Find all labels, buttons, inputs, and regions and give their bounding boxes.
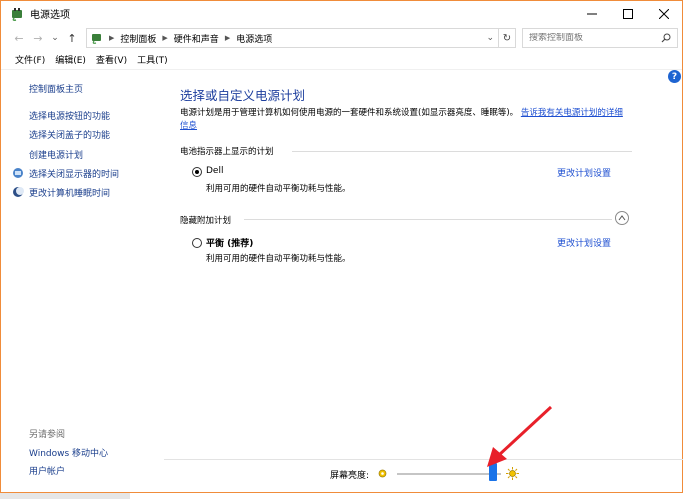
help-icon[interactable]: ?	[668, 70, 681, 83]
sidebar-link-lid[interactable]: 选择关闭盖子的功能	[29, 128, 110, 141]
moon-icon	[13, 187, 24, 197]
close-button[interactable]	[646, 1, 682, 26]
minimize-button[interactable]	[574, 1, 610, 26]
search-box[interactable]	[522, 28, 678, 48]
display-icon	[13, 168, 23, 178]
back-arrow-icon: ←	[14, 31, 24, 45]
plan-name-dell[interactable]: Dell	[206, 166, 223, 176]
brightness-label: 屏幕亮度:	[330, 471, 370, 481]
close-icon	[659, 8, 669, 19]
refresh-button[interactable]: ↻	[499, 28, 516, 48]
plan-name-balanced[interactable]: 平衡 (推荐)	[206, 236, 253, 249]
menu-edit[interactable]: 编辑(E)	[51, 53, 92, 69]
address-dropdown-icon[interactable]: ⌄	[486, 33, 494, 43]
search-input[interactable]	[529, 33, 659, 43]
dim-brightness-icon	[378, 469, 387, 478]
maximize-icon	[623, 8, 633, 19]
plan-radio-balanced[interactable]	[192, 238, 202, 248]
breadcrumb-separator[interactable]: ▶	[162, 34, 167, 42]
window-controls	[574, 1, 682, 26]
maximize-button[interactable]	[610, 1, 646, 26]
sidebar: 控制面板主页 选择电源按钮的功能 选择关闭盖子的功能 创建电源计划 选择关闭显示…	[1, 70, 164, 477]
taskbar-fragment	[0, 493, 130, 499]
section-divider	[292, 151, 632, 152]
see-also-heading: 另请参阅	[29, 430, 66, 440]
breadcrumb-separator: ▶	[109, 34, 115, 42]
plan-desc-balanced: 利用可用的硬件自动平衡功耗与性能。	[206, 254, 351, 264]
battery-plans-heading: 电池指示器上显示的计划	[180, 147, 274, 157]
bottom-divider	[164, 459, 683, 460]
breadcrumb-separator[interactable]: ▶	[225, 34, 230, 42]
power-options-app-icon	[12, 7, 22, 21]
search-icon	[661, 33, 671, 43]
breadcrumb-control-panel[interactable]: 控制面板	[120, 32, 156, 45]
recent-locations-button[interactable]: ⌄	[48, 30, 62, 46]
minimize-icon	[587, 13, 597, 14]
hidden-plans-heading[interactable]: 隐藏附加计划	[180, 214, 231, 226]
sidebar-link-display-off[interactable]: 选择关闭显示器的时间	[29, 167, 119, 180]
annotation-arrow	[487, 405, 553, 467]
menu-file[interactable]: 文件(F)	[1, 53, 51, 69]
title-bar: 电源选项	[1, 1, 682, 26]
address-bar[interactable]: ▶ 控制面板 ▶ 硬件和声音 ▶ 电源选项 ⌄	[86, 28, 499, 48]
power-options-window: 电源选项 ← → ⌄ ↑ ▶ 控制面板 ▶ 硬件和声音 ▶ 电源选项 ⌄ ↻ 搜…	[0, 0, 683, 493]
section-divider	[244, 219, 612, 220]
up-arrow-icon: ↑	[67, 31, 77, 45]
change-plan-link-balanced[interactable]: 更改计划设置	[557, 236, 611, 249]
window-title: 电源选项	[30, 10, 70, 21]
collapse-button[interactable]	[615, 211, 629, 225]
chevron-up-icon	[618, 215, 626, 221]
brightness-slider-fill	[397, 473, 493, 475]
page-description: 电源计划是用于管理计算机如何使用电源的一套硬件和系统设置(如显示器亮度、睡眠等)…	[180, 107, 630, 133]
breadcrumb-hardware-sound[interactable]: 硬件和声音	[174, 32, 219, 45]
chevron-down-icon: ⌄	[51, 33, 59, 43]
menu-view[interactable]: 查看(V)	[92, 53, 133, 69]
sidebar-home-link[interactable]: 控制面板主页	[29, 82, 83, 95]
menu-bar: 文件(F) 编辑(E) 查看(V) 工具(T)	[1, 53, 174, 69]
plan-desc-dell: 利用可用的硬件自动平衡功耗与性能。	[206, 184, 351, 194]
brightness-slider-track[interactable]	[397, 473, 501, 475]
sidebar-link-mobility-center[interactable]: Windows 移动中心	[29, 446, 108, 459]
breadcrumb-power-options[interactable]: 电源选项	[236, 32, 272, 45]
back-button[interactable]: ←	[12, 30, 26, 46]
sidebar-link-power-button[interactable]: 选择电源按钮的功能	[29, 109, 110, 122]
forward-arrow-icon: →	[33, 31, 43, 45]
change-plan-link-dell[interactable]: 更改计划设置	[557, 166, 611, 179]
forward-button[interactable]: →	[31, 30, 45, 46]
up-button[interactable]: ↑	[65, 30, 79, 46]
sidebar-link-user-accounts[interactable]: 用户帐户	[29, 464, 65, 477]
main-content: 选择或自定义电源计划 电源计划是用于管理计算机如何使用电源的一套硬件和系统设置(…	[164, 70, 683, 460]
description-text: 电源计划是用于管理计算机如何使用电源的一套硬件和系统设置(如显示器亮度、睡眠等)…	[180, 108, 519, 118]
control-panel-icon	[92, 34, 101, 44]
refresh-icon: ↻	[502, 32, 512, 44]
address-row: ← → ⌄ ↑ ▶ 控制面板 ▶ 硬件和声音 ▶ 电源选项 ⌄ ↻	[1, 27, 682, 49]
sidebar-link-create-plan[interactable]: 创建电源计划	[29, 148, 83, 161]
sidebar-link-sleep[interactable]: 更改计算机睡眠时间	[29, 186, 110, 199]
menu-tools[interactable]: 工具(T)	[133, 53, 174, 69]
page-title: 选择或自定义电源计划	[180, 88, 306, 103]
plan-radio-dell[interactable]	[192, 167, 202, 177]
